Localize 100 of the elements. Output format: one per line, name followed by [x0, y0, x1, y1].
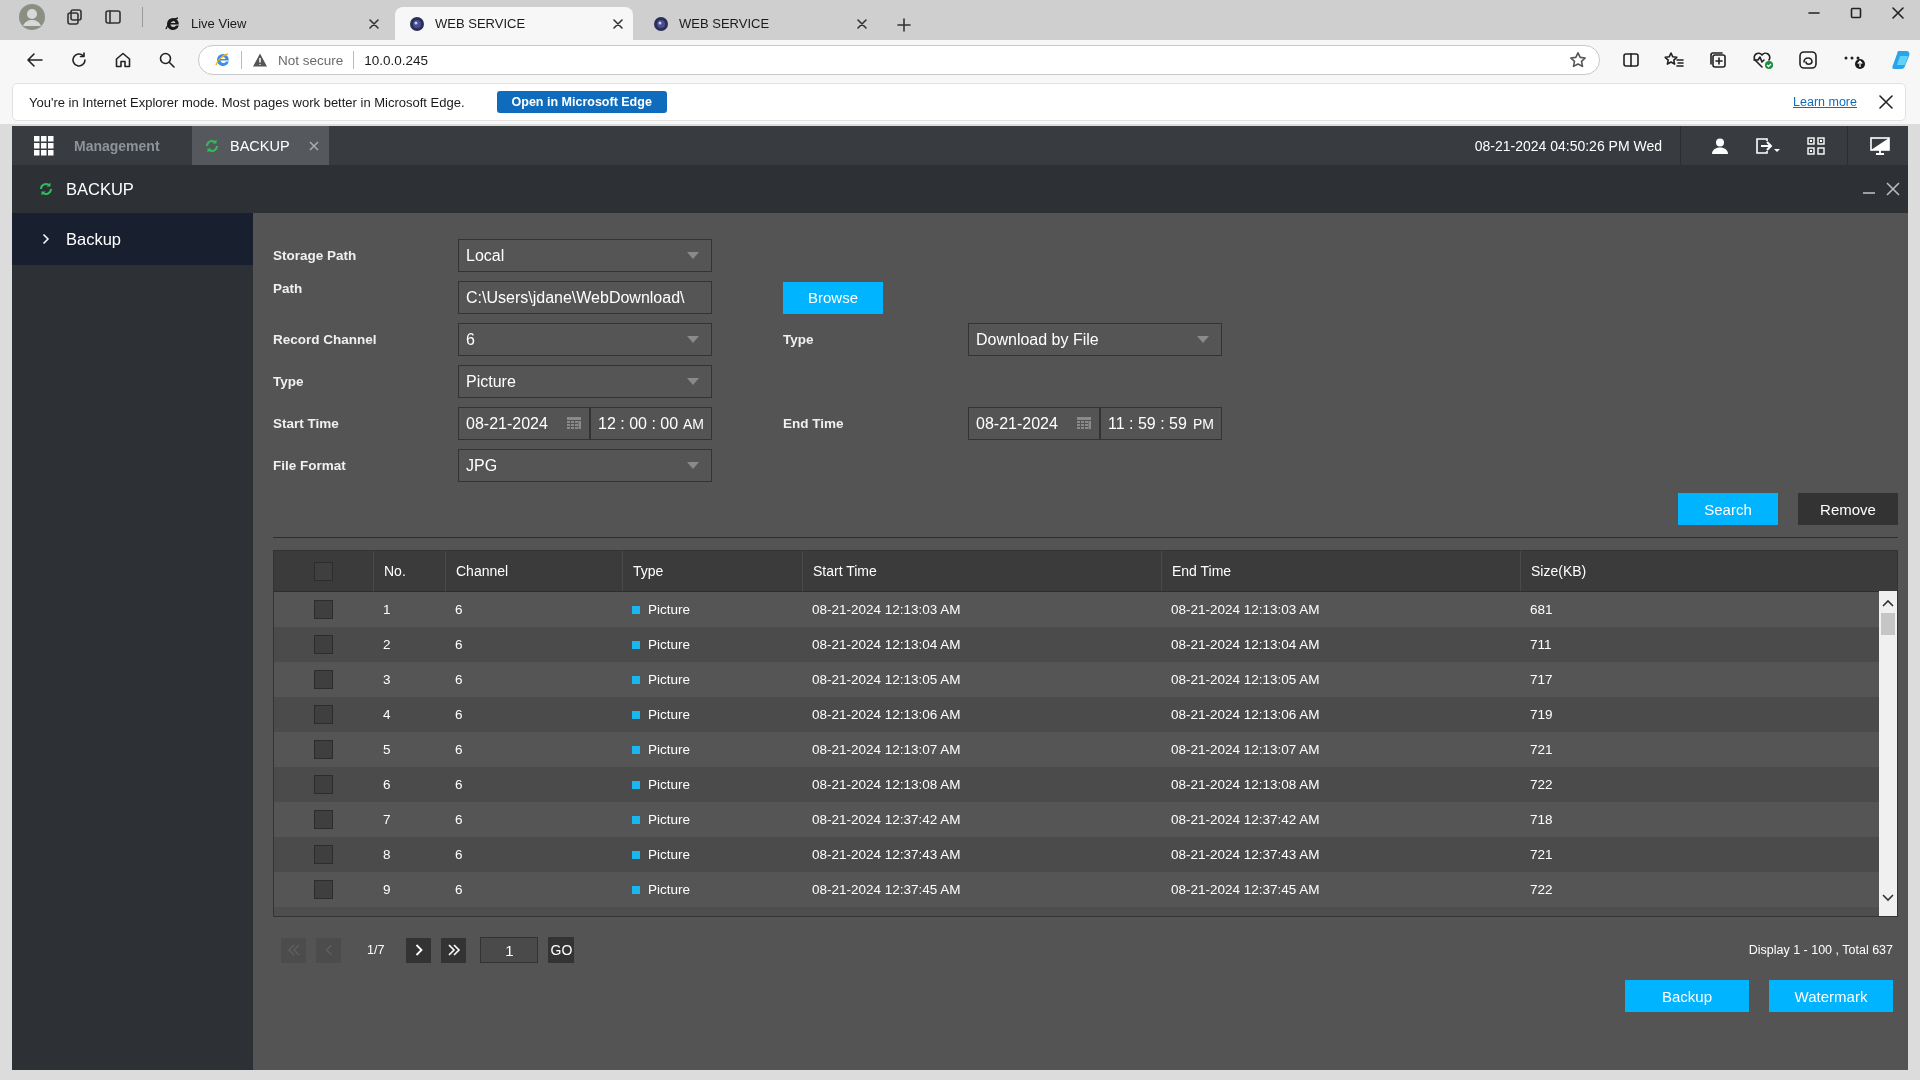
star-icon[interactable]	[1569, 51, 1587, 69]
back-icon[interactable]	[26, 51, 44, 69]
checkbox[interactable]	[314, 810, 333, 829]
path-field[interactable]: C:\Users\jdane\WebDownload\	[458, 281, 712, 314]
table-cell-text: 6	[454, 602, 464, 617]
scrollbar[interactable]	[1879, 551, 1897, 916]
learn-more-link[interactable]: Learn more	[1793, 95, 1857, 109]
tab-actions-icon[interactable]	[104, 8, 122, 26]
close-icon[interactable]	[1879, 95, 1893, 109]
search-icon[interactable]	[158, 51, 176, 69]
table-cell-text: 08-21-2024 12:37:42 AM	[1170, 812, 1321, 827]
table-cell-text: 6	[454, 777, 464, 792]
split-screen-icon[interactable]	[1622, 51, 1640, 69]
file-type-icon	[632, 850, 640, 859]
table-cell: Picture	[648, 602, 691, 617]
dropdown-caret-icon	[1197, 336, 1209, 343]
table-cell: Picture	[648, 882, 691, 897]
checkbox[interactable]	[314, 670, 333, 689]
browser-tab[interactable]: WEB SERVICE	[395, 7, 633, 40]
app-tab[interactable]: BACKUP	[192, 126, 329, 165]
table-cell-text: 721	[1529, 742, 1554, 757]
refresh-icon[interactable]	[70, 51, 88, 69]
checkbox[interactable]	[314, 705, 333, 724]
scroll-up-icon[interactable]	[1882, 599, 1894, 607]
close-icon[interactable]	[1892, 7, 1904, 19]
open-in-edge-button[interactable]: Open in Microsoft Edge	[496, 91, 667, 113]
table-cell-text: 08-21-2024 12:13:04 AM	[1170, 637, 1321, 652]
time-field[interactable]: 11 : 59 : 59 PM	[1100, 407, 1222, 440]
table-cell-text: 4	[382, 707, 392, 722]
checkbox[interactable]	[314, 845, 333, 864]
field-label: Storage Path	[273, 248, 358, 263]
workspaces-icon[interactable]	[66, 8, 84, 26]
checkbox[interactable]	[314, 600, 333, 619]
home-icon[interactable]	[114, 51, 132, 69]
table-cell-text: 6	[454, 672, 464, 687]
sidebar-item[interactable]: Backup	[12, 213, 253, 265]
collections-icon[interactable]	[1708, 50, 1728, 70]
health-icon[interactable]	[1752, 50, 1774, 70]
dropdown[interactable]: Picture	[458, 365, 712, 398]
browser-essentials-icon[interactable]	[1798, 50, 1818, 70]
logout-icon[interactable]	[1755, 136, 1781, 155]
field-label: Path	[273, 281, 304, 296]
checkbox[interactable]	[314, 775, 333, 794]
file-type-icon	[632, 605, 640, 614]
page-input[interactable]: 1	[480, 937, 539, 963]
file-type-icon	[632, 780, 640, 789]
table-cell-text: 6	[454, 742, 464, 757]
favorites-icon[interactable]	[1664, 51, 1684, 69]
table-cell-text: 6	[454, 637, 464, 652]
checkbox[interactable]	[314, 880, 333, 899]
close-icon[interactable]	[613, 18, 623, 29]
time-field[interactable]: 12 : 00 : 00 AM	[590, 407, 712, 440]
close-icon[interactable]	[1886, 182, 1900, 196]
checkbox[interactable]	[314, 635, 333, 654]
dropdown[interactable]: JPG	[458, 449, 712, 482]
chevron-right-icon	[414, 944, 423, 956]
table-cell-text: 08-21-2024 12:13:03 AM	[1170, 602, 1321, 617]
refresh-icon	[204, 137, 220, 154]
table-cell-text: 08-21-2024 12:13:08 AM	[1170, 777, 1321, 792]
action-button[interactable]: Remove	[1798, 493, 1898, 525]
calendar-icon	[567, 416, 581, 431]
field-label: Type	[273, 374, 305, 389]
browser-tab[interactable]: Live View	[151, 7, 389, 40]
date-field[interactable]: 08-21-2024	[968, 407, 1100, 440]
maximize-icon[interactable]	[1850, 7, 1862, 19]
table-cell-text: 5	[382, 742, 392, 757]
table-cell: Picture	[648, 707, 691, 722]
checkbox[interactable]	[314, 740, 333, 759]
table-cell-text: 08-21-2024 12:37:45 AM	[1170, 882, 1321, 897]
date-field[interactable]: 08-21-2024	[458, 407, 590, 440]
page-button[interactable]	[406, 937, 432, 963]
go-button[interactable]: GO	[548, 937, 575, 963]
url-text: 10.0.0.245	[364, 52, 429, 68]
table-cell-text: 08-21-2024 12:37:43 AM	[811, 847, 962, 862]
table-cell-text: 6	[454, 707, 464, 722]
user-icon[interactable]	[1711, 136, 1729, 155]
apps-grid-icon[interactable]	[34, 135, 54, 156]
qr-code-icon[interactable]	[1807, 136, 1825, 155]
browser-tab[interactable]: WEB SERVICE	[639, 7, 877, 40]
dropdown[interactable]: Local	[458, 239, 712, 272]
scrollbar-thumb[interactable]	[1881, 613, 1895, 635]
address-bar[interactable]: Not secure 10.0.0.245	[198, 45, 1600, 75]
page-button[interactable]	[441, 937, 467, 963]
management-menu[interactable]: Management	[74, 137, 192, 154]
dropdown[interactable]: 6	[458, 323, 712, 356]
table-cell-text: 722	[1529, 882, 1554, 897]
table-cell-text: 6	[454, 847, 464, 862]
scroll-down-icon[interactable]	[1882, 894, 1894, 902]
field-label: File Format	[273, 458, 347, 473]
dropdown-caret-icon	[687, 336, 699, 343]
column-header: Start Time	[802, 551, 1161, 591]
table-cell-text: 9	[382, 882, 392, 897]
new-tab-icon[interactable]	[897, 18, 911, 32]
dropdown[interactable]: Download by File	[968, 323, 1222, 356]
table-cell-text: 6	[454, 812, 464, 827]
table-cell: Picture	[648, 742, 691, 757]
dropdown-caret-icon	[687, 378, 699, 385]
monitor-icon[interactable]	[1870, 135, 1890, 156]
close-icon[interactable]	[857, 18, 867, 29]
close-icon[interactable]	[369, 18, 379, 29]
